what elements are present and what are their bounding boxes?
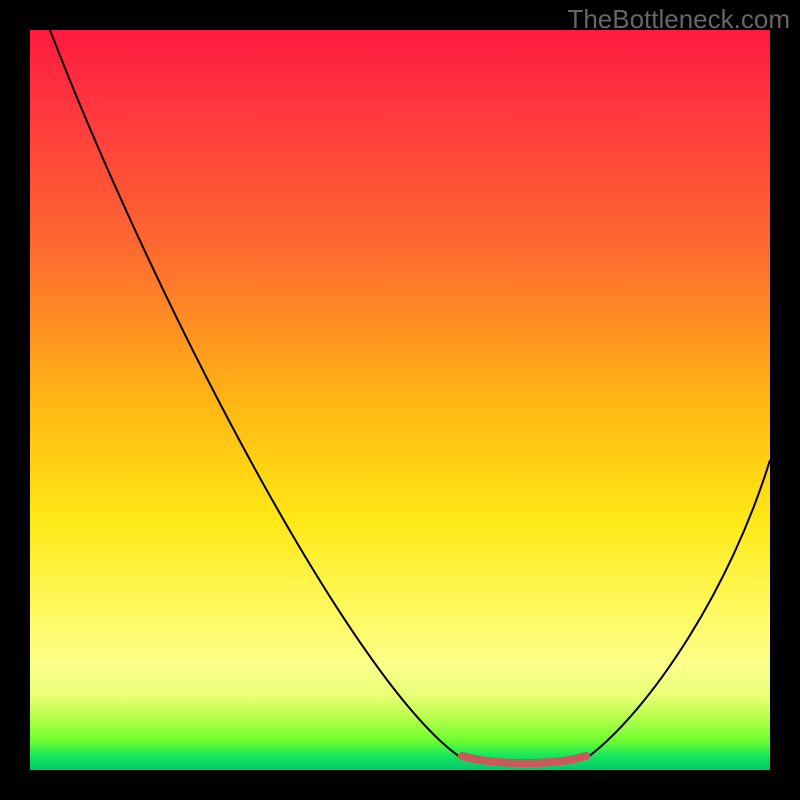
curve-optimal-segment <box>462 756 586 763</box>
chart-frame: TheBottleneck.com <box>0 0 800 800</box>
curve-line <box>50 30 770 762</box>
bottleneck-curve <box>30 30 770 770</box>
plot-area <box>30 30 770 770</box>
watermark-text: TheBottleneck.com <box>567 4 790 35</box>
